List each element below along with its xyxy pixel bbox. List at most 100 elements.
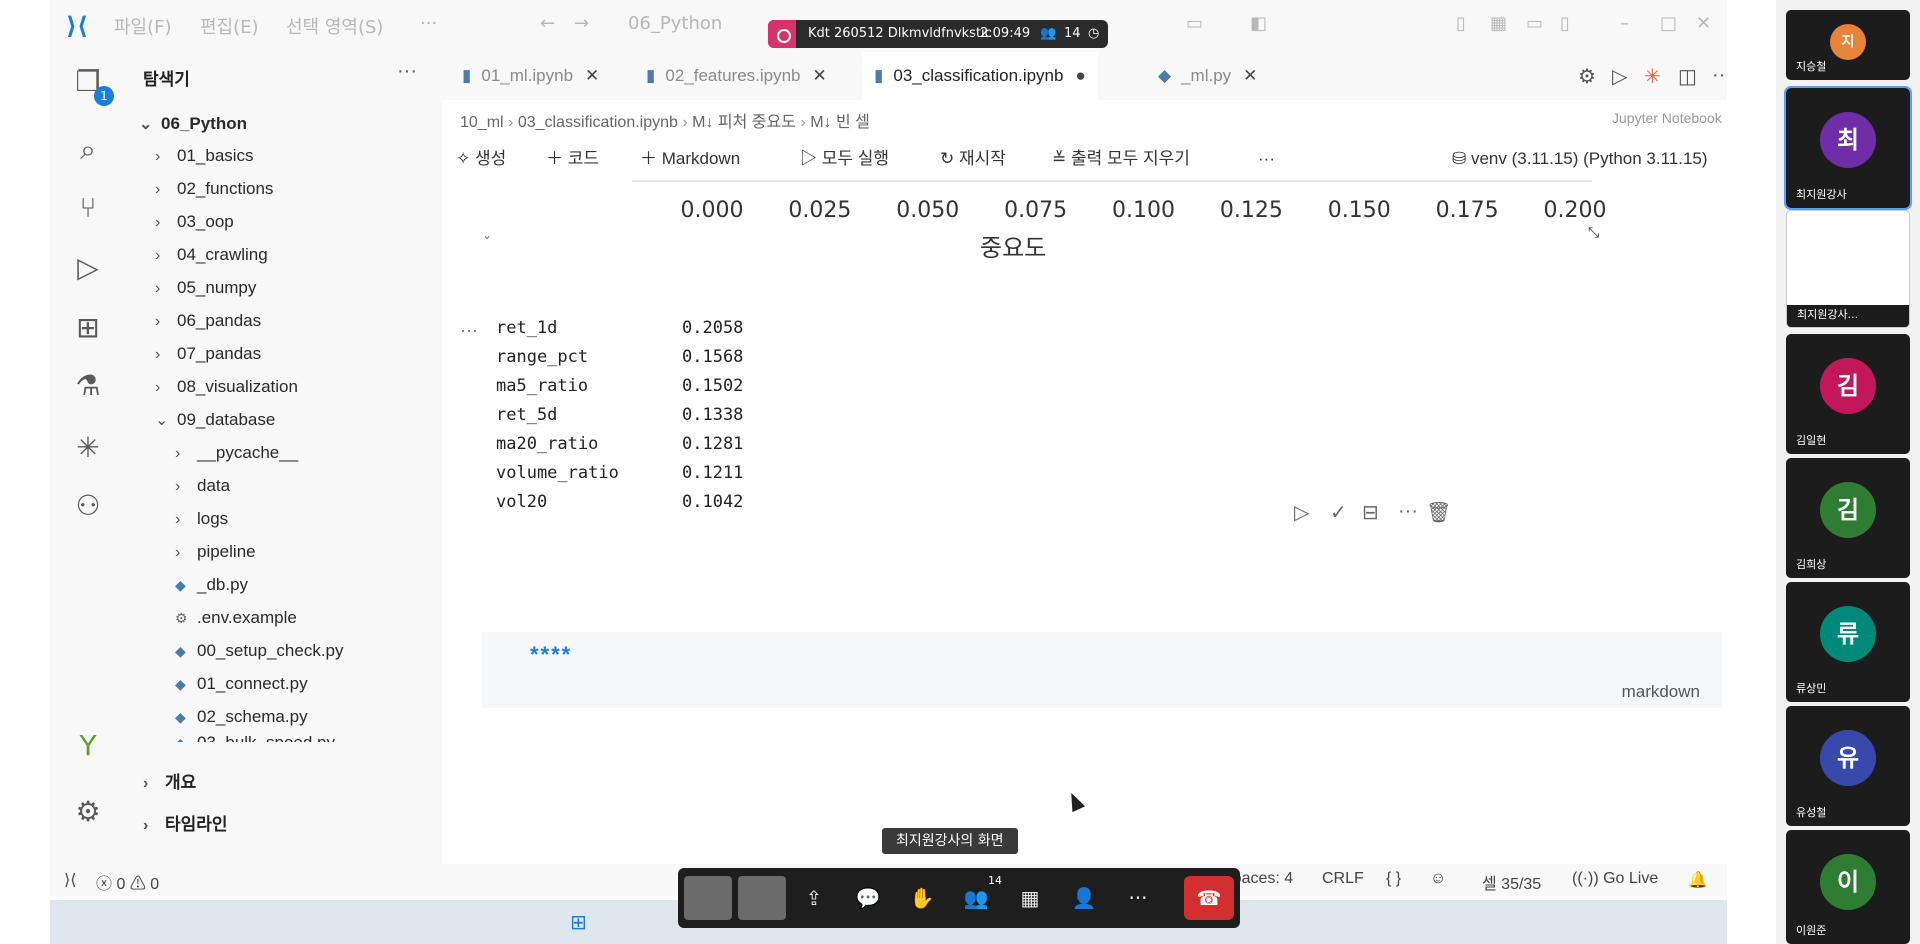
clear-outputs-button[interactable]: ≚ 출력 모두 지우기 <box>1052 144 1190 174</box>
restart-button[interactable]: ↻ 재시작 <box>940 144 1006 174</box>
raise-hand-icon[interactable]: ✋ <box>900 878 944 918</box>
copilot-icon[interactable]: ◧ <box>1250 13 1267 34</box>
menu-selection[interactable]: 선택 영역(S) <box>286 13 383 39</box>
maximize-icon[interactable]: □ <box>1660 13 1677 34</box>
close-icon[interactable]: ✕ <box>1243 66 1257 85</box>
split-cell-icon[interactable]: ⊟ <box>1362 500 1379 525</box>
command-center-search[interactable]: 06_Python <box>628 13 722 34</box>
notifications-bell-icon[interactable]: 🔔 <box>1688 870 1708 890</box>
outline-section[interactable]: › 개요 <box>143 768 196 793</box>
ai-sparkle-icon[interactable]: ✳ <box>1644 64 1661 89</box>
invite-icon[interactable]: 👤 <box>1062 878 1106 918</box>
tree-folder[interactable]: › 03_oop <box>155 207 234 237</box>
menu-more[interactable]: ··· <box>420 13 437 34</box>
testing-icon[interactable]: ⚗ <box>68 366 108 406</box>
end-call-icon[interactable]: ☎ <box>1184 876 1234 920</box>
kernel-picker[interactable]: ⛁ venv (3.11.15) (Python 3.11.15) <box>1452 144 1708 174</box>
add-markdown-button[interactable]: ＋ Markdown <box>640 144 740 174</box>
explorer-more-icon[interactable]: ··· <box>397 60 417 83</box>
unsaved-dot-icon[interactable]: ● <box>1075 66 1085 85</box>
search-icon[interactable]: ⌕ <box>68 130 108 170</box>
tree-folder[interactable]: › 08_visualization <box>155 372 298 402</box>
tab-ml-py[interactable]: ◆ _ml.py ✕ <box>1150 52 1265 100</box>
tree-folder[interactable]: › 05_numpy <box>155 273 256 303</box>
tree-file[interactable]: ◆ 00_setup_check.py <box>175 636 344 666</box>
run-all-button[interactable]: ▷ 모두 실행 <box>800 144 889 174</box>
tree-folder[interactable]: › 04_crawling <box>155 240 268 270</box>
tab-03-classification[interactable]: ▮ 03_classification.ipynb ● <box>862 52 1098 100</box>
tree-root[interactable]: ⌄ 06_Python <box>139 109 247 139</box>
breadcrumb-item[interactable]: 10_ml <box>460 114 504 131</box>
more-actions-icon[interactable]: ··· <box>1712 64 1727 87</box>
chat-icon[interactable]: ▭ <box>1186 13 1203 34</box>
close-icon[interactable]: ✕ <box>585 66 599 85</box>
explorer-icon[interactable]: ❐ 1 <box>68 62 114 106</box>
nav-forward-icon[interactable]: → <box>574 13 589 34</box>
tree-subfolder[interactable]: › logs <box>175 504 228 534</box>
notebook-settings-icon[interactable]: ⚙ <box>1578 64 1596 89</box>
add-code-button[interactable]: ＋ 코드 <box>546 144 599 174</box>
windows-start-icon[interactable]: ⊞ <box>570 910 587 934</box>
tree-folder[interactable]: › 02_functions <box>155 174 273 204</box>
breadcrumb-item[interactable]: M↓ 피처 중요도 <box>692 114 796 131</box>
tab-02-features[interactable]: ▮ 02_features.ipynb ✕ <box>638 52 835 100</box>
remote-icon[interactable]: ⟩⟨ <box>64 870 76 890</box>
tree-folder[interactable]: › 07_pandas <box>155 339 261 369</box>
shared-screen-thumbnail[interactable]: 최지원강사... <box>1786 210 1910 328</box>
participant-tile[interactable]: 김 김일현 <box>1786 334 1910 454</box>
tree-file[interactable]: ⚙ .env.example <box>175 603 297 633</box>
close-window-icon[interactable]: ✕ <box>1696 13 1711 34</box>
copilot-status-icon[interactable]: ☺ <box>1430 870 1446 888</box>
tree-file[interactable]: ◆ _db.py <box>175 570 248 600</box>
layout-icon[interactable]: ▦ <box>1490 13 1507 34</box>
minimize-icon[interactable]: – <box>1620 13 1629 34</box>
participant-tile[interactable]: 최 최지원강사 <box>1784 86 1912 210</box>
cell-indicator[interactable]: 셀 35/35 <box>1482 870 1541 894</box>
more-options-icon[interactable]: ··· <box>1116 878 1160 918</box>
yaml-y-icon[interactable]: Y <box>68 726 108 766</box>
participant-tile[interactable]: 이 이원준 <box>1786 830 1910 944</box>
ai-asterisk-icon[interactable]: ✳ <box>68 428 108 468</box>
share-screen-icon[interactable]: ⇪ <box>792 878 836 918</box>
menu-edit[interactable]: 편집(E) <box>200 13 259 39</box>
participant-tile[interactable]: 김 김희상 <box>1786 458 1910 578</box>
apps-grid-icon[interactable]: ▦ <box>1008 878 1052 918</box>
problems-indicator[interactable]: ⓧ 0 ⚠ 0 <box>96 870 159 894</box>
tree-subfolder[interactable]: › data <box>175 471 230 501</box>
eol-indicator[interactable]: CRLF <box>1322 870 1364 888</box>
toggle-secondary-sidebar-icon[interactable]: ▯ <box>1560 13 1570 34</box>
run-cell-icon[interactable]: ▷ <box>1294 500 1309 525</box>
extensions-icon[interactable]: ⊞ <box>68 308 108 348</box>
nav-back-icon[interactable]: ← <box>540 13 555 34</box>
tree-folder[interactable]: › 06_pandas <box>155 306 261 336</box>
participant-tile[interactable]: 류 류상민 <box>1786 582 1910 702</box>
python-icon[interactable]: ⚇ <box>68 486 108 526</box>
cell-more-icon[interactable]: ··· <box>1398 500 1418 523</box>
markdown-cell-content[interactable]: **** <box>530 642 572 668</box>
braces-icon[interactable]: { } <box>1386 870 1401 888</box>
output-more-icon[interactable]: ··· <box>460 320 478 341</box>
close-icon[interactable]: ✕ <box>813 66 827 85</box>
notebook-type[interactable]: Jupyter Notebook ⌄ <box>1612 110 1727 127</box>
tree-file[interactable]: ◆ 01_connect.py <box>175 669 308 699</box>
check-icon[interactable]: ✓ <box>1330 500 1347 525</box>
chat-bubble-icon[interactable]: 💬 <box>846 878 890 918</box>
markdown-cell[interactable]: **** markdown <box>482 632 1722 708</box>
tree-folder-open[interactable]: ⌄ 09_database <box>155 405 275 435</box>
split-editor-icon[interactable]: ◫ <box>1678 64 1697 89</box>
delete-cell-icon[interactable]: 🗑 <box>1426 500 1451 525</box>
recording-indicator[interactable]: Kdt 260512 Dlkmvldfnvkstic 2:09:49 👥 14 … <box>768 20 1108 48</box>
go-live-button[interactable]: ((·)) Go Live <box>1572 870 1658 888</box>
tree-subfolder[interactable]: › __pycache__ <box>175 438 298 468</box>
toggle-sidebar-icon[interactable]: ▯ <box>1456 13 1466 34</box>
output-toggle-mark[interactable]: ⌄ <box>482 228 492 242</box>
generate-button[interactable]: ✧ 생성 <box>456 144 506 174</box>
tree-subfolder[interactable]: › pipeline <box>175 537 256 567</box>
source-control-icon[interactable]: ⑂ <box>68 188 108 228</box>
breadcrumb-item[interactable]: M↓ 빈 셀 <box>810 114 870 131</box>
tree-folder[interactable]: › 01_basics <box>155 141 254 171</box>
video-thumbnail[interactable] <box>738 876 786 920</box>
tab-01-ml[interactable]: ▮ 01_ml.ipynb ✕ <box>454 52 607 100</box>
cell-language-label[interactable]: markdown <box>1622 682 1700 702</box>
run-debug-icon[interactable]: ▷ <box>68 248 108 288</box>
